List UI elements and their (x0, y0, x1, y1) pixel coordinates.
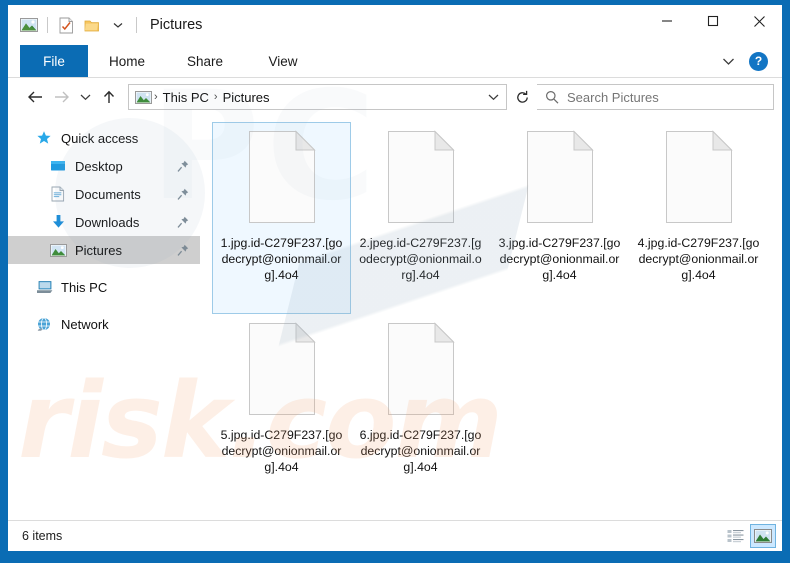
sidebar-label-downloads: Downloads (75, 214, 140, 230)
new-folder-icon[interactable] (79, 12, 105, 38)
minimize-button[interactable] (644, 5, 690, 37)
quick-access-toolbar (8, 12, 142, 38)
properties-icon[interactable] (53, 12, 79, 38)
qat-divider-2 (136, 17, 137, 33)
file-name: 4.jpg.id-C279F237.[godecrypt@onionmail.o… (637, 236, 760, 282)
blank-file-icon (663, 129, 735, 225)
search-input[interactable]: Search Pictures (537, 84, 774, 110)
sidebar-label-pictures: Pictures (75, 242, 122, 258)
picture-folder-icon[interactable] (16, 12, 42, 38)
file-item[interactable]: 2.jpeg.id-C279F237.[godecrypt@onionmail.… (351, 122, 490, 314)
file-item[interactable]: 6.jpg.id-C279F237.[godecrypt@onionmail.o… (351, 314, 490, 506)
refresh-button[interactable] (509, 85, 535, 109)
tab-file[interactable]: File (20, 45, 88, 77)
large-icons-view-button[interactable] (750, 524, 776, 548)
network-icon (34, 315, 54, 333)
sidebar-item-quick-access[interactable]: Quick access (8, 124, 200, 152)
blank-file-icon (246, 129, 318, 225)
title-bar: Pictures (8, 5, 782, 45)
search-placeholder: Search Pictures (567, 89, 659, 105)
file-explorer-window: PC risk.com (0, 0, 790, 563)
details-view-button[interactable] (722, 524, 748, 548)
star-icon (34, 129, 54, 147)
pictures-icon (48, 241, 68, 259)
qat-divider (47, 17, 48, 33)
this-pc-icon (34, 278, 54, 296)
file-item[interactable]: 4.jpg.id-C279F237.[godecrypt@onionmail.o… (629, 122, 768, 314)
documents-icon (48, 185, 68, 203)
sidebar-gap-2 (8, 301, 200, 310)
sidebar-item-this-pc[interactable]: This PC (8, 273, 200, 301)
sidebar-label-network: Network (61, 316, 109, 332)
ribbon-right-controls: ? (713, 45, 776, 77)
file-name: 2.jpeg.id-C279F237.[godecrypt@onionmail.… (359, 236, 482, 282)
blank-file-icon (246, 321, 318, 417)
pin-icon-desktop[interactable] (176, 158, 190, 174)
tab-view[interactable]: View (244, 45, 322, 77)
tab-home[interactable]: Home (88, 45, 166, 77)
pictures-breadcrumb-icon (133, 88, 153, 106)
file-item[interactable]: 5.jpg.id-C279F237.[godecrypt@onionmail.o… (212, 314, 351, 506)
file-list-view[interactable]: 1.jpg.id-C279F237.[godecrypt@onionmail.o… (200, 116, 782, 520)
file-name: 6.jpg.id-C279F237.[godecrypt@onionmail.o… (359, 428, 482, 474)
sidebar-item-network[interactable]: Network (8, 310, 200, 338)
pin-icon-downloads[interactable] (176, 214, 190, 230)
address-bar: › This PC › Pictures Search Pictures (8, 78, 782, 116)
desktop-icon (48, 157, 68, 175)
tab-share[interactable]: Share (166, 45, 244, 77)
maximize-button[interactable] (690, 5, 736, 37)
blank-file-icon (524, 129, 596, 225)
forward-button[interactable] (48, 84, 74, 110)
blank-file-icon (385, 321, 457, 417)
explorer-window-body: Pictures File Home Share View ? › This P… (8, 5, 782, 551)
up-button[interactable] (96, 84, 122, 110)
breadcrumb-pictures[interactable]: Pictures (219, 90, 274, 105)
sidebar-gap-1 (8, 264, 200, 273)
customize-dropdown-icon[interactable] (105, 12, 131, 38)
ribbon-collapse-chevron-down-icon[interactable] (713, 49, 743, 73)
sidebar-label-this-pc: This PC (61, 279, 108, 295)
explorer-body: Quick access Desktop Documents Downloads… (8, 116, 782, 520)
window-controls (644, 5, 782, 45)
sidebar-item-pictures[interactable]: Pictures (8, 236, 200, 264)
file-name: 3.jpg.id-C279F237.[godecrypt@onionmail.o… (498, 236, 621, 282)
window-title: Pictures (150, 16, 203, 33)
address-dropdown-chevron-down-icon[interactable] (482, 86, 504, 108)
sidebar-label-quick-access: Quick access (61, 130, 139, 146)
file-name: 1.jpg.id-C279F237.[godecrypt@onionmail.o… (220, 236, 343, 282)
status-bar: 6 items (8, 520, 782, 551)
sidebar-item-documents[interactable]: Documents (8, 180, 200, 208)
pin-icon-pictures[interactable] (176, 242, 190, 258)
sidebar-item-downloads[interactable]: Downloads (8, 208, 200, 236)
downloads-icon (48, 213, 68, 231)
item-count-label: 6 items (22, 529, 63, 543)
search-icon (537, 86, 567, 108)
file-grid: 1.jpg.id-C279F237.[godecrypt@onionmail.o… (212, 122, 782, 506)
help-button[interactable]: ? (749, 51, 768, 71)
close-button[interactable] (736, 5, 782, 37)
address-input[interactable]: › This PC › Pictures (128, 84, 507, 110)
recent-locations-chevron-down-icon[interactable] (74, 84, 96, 110)
navigation-pane: Quick access Desktop Documents Downloads… (8, 116, 200, 520)
blank-file-icon (385, 129, 457, 225)
file-item[interactable]: 3.jpg.id-C279F237.[godecrypt@onionmail.o… (490, 122, 629, 314)
pin-icon-documents[interactable] (176, 186, 190, 202)
sidebar-label-documents: Documents (75, 186, 141, 202)
sidebar-label-desktop: Desktop (75, 158, 123, 174)
back-button[interactable] (22, 84, 48, 110)
file-item[interactable]: 1.jpg.id-C279F237.[godecrypt@onionmail.o… (212, 122, 351, 314)
ribbon-tab-bar: File Home Share View ? (8, 45, 782, 78)
file-name: 5.jpg.id-C279F237.[godecrypt@onionmail.o… (220, 428, 343, 474)
breadcrumb-this-pc[interactable]: This PC (159, 90, 213, 105)
sidebar-item-desktop[interactable]: Desktop (8, 152, 200, 180)
